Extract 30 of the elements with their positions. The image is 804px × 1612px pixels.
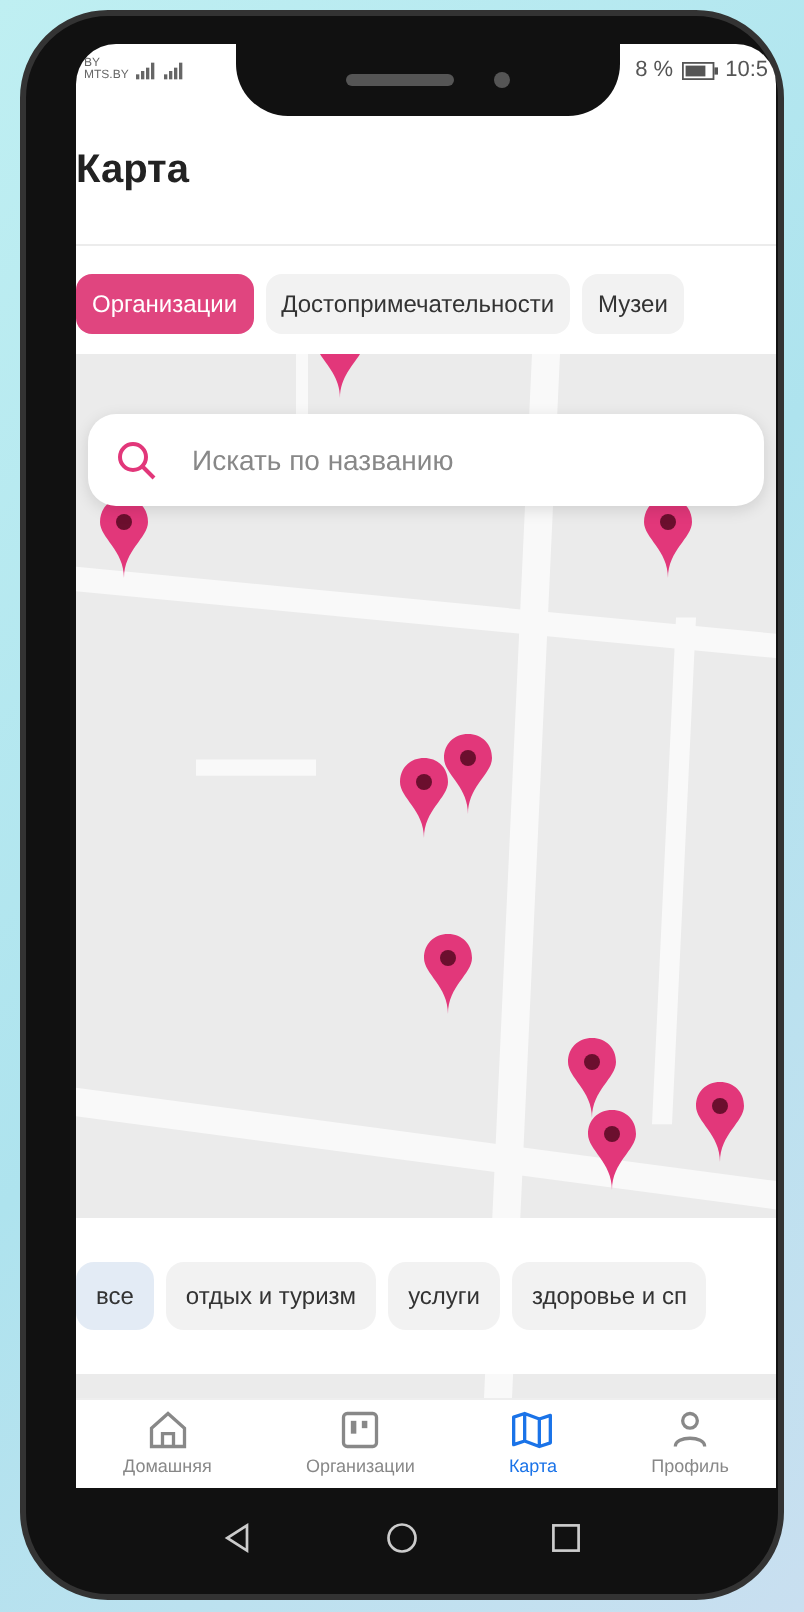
nav-tab[interactable]: Домашняя (123, 1400, 212, 1488)
filter-chip[interactable]: все (76, 1262, 154, 1330)
category-tab[interactable]: Организации (76, 274, 254, 334)
map-pin-icon[interactable] (424, 934, 472, 1014)
map-pin-icon[interactable] (696, 1082, 744, 1162)
recents-icon[interactable] (548, 1520, 584, 1556)
nav-tab[interactable]: Организации (305, 1400, 415, 1488)
signal-icon (164, 61, 185, 79)
map-pin-icon[interactable] (400, 758, 448, 838)
clock-time: 10:5 (725, 58, 768, 82)
category-tab[interactable]: Музеи (582, 274, 684, 334)
home-circle-icon[interactable] (384, 1520, 420, 1556)
search-field[interactable]: Искать по названию (88, 414, 764, 506)
battery-percent: 8 % (635, 58, 674, 82)
home-icon (145, 1408, 190, 1452)
map-pin-icon[interactable] (588, 1110, 636, 1190)
board-icon (338, 1408, 383, 1452)
category-tab[interactable]: Достопримечательности (265, 274, 571, 334)
signal-icon (136, 61, 157, 79)
filter-chip[interactable]: отдых и туризм (165, 1262, 377, 1330)
filter-chip[interactable]: здоровье и сп (512, 1262, 707, 1330)
battery-icon (681, 61, 718, 79)
filter-chip[interactable]: услуги (388, 1262, 501, 1330)
page-title: Карта (76, 147, 189, 193)
search-icon (116, 440, 156, 480)
nav-tab[interactable]: Профиль (651, 1400, 729, 1488)
map-pin-icon[interactable] (444, 734, 492, 814)
map-pin-icon[interactable] (568, 1038, 616, 1118)
map-icon (510, 1408, 555, 1452)
nav-tab[interactable]: Карта (508, 1400, 558, 1488)
